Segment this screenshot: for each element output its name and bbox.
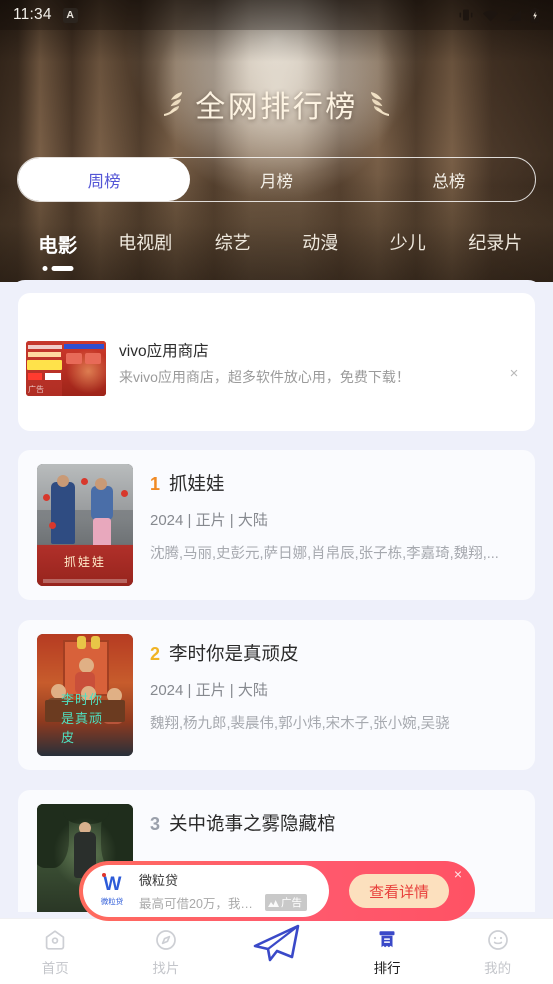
rank-number: 2 [150,644,161,664]
weilidai-ad-close-icon[interactable]: × [450,866,466,882]
weilidai-ad-body: W 微粒贷 微粒贷 最高可借20万，我借了... 广告 [83,865,329,917]
vivo-ad-texts: vivo应用商店 来vivo应用商店，超多软件放心用，免费下载！ [119,341,523,387]
tab-anime[interactable]: 动漫 [277,222,365,255]
page-title: 全网排行榜 [0,82,553,126]
vivo-ad-description: 来vivo应用商店，超多软件放心用，免费下载！ [119,369,410,386]
ranking-item-2[interactable]: 李时你是真顽皮 2 李时你是真顽皮 2024 | 正片 | 大陆 魏翔,杨九郎,… [18,620,535,770]
battery-charging-icon [530,7,540,23]
nav-item-send[interactable] [221,919,332,963]
movie-title: 李时你是真顽皮 [169,643,299,664]
tab-movie[interactable]: 电影 [14,222,102,271]
nav-item-discover[interactable]: 找片 [111,919,222,977]
compass-icon [156,930,176,950]
ranking-item-1[interactable]: 抓娃娃 1 抓娃娃 2024 | 正片 | 大陆 沈腾,马丽,史彭元,萨日娜,肖… [18,450,535,600]
weilidai-ad-description: 最高可借20万，我借了... [139,897,259,911]
segment-week[interactable]: 周榜 [18,158,191,201]
weilidai-cta-button[interactable]: 查看详情 [349,874,449,908]
vivo-ad-card[interactable]: 广告 vivo应用商店 来vivo应用商店，超多软件放心用，免费下载！ × [18,293,535,431]
movie-meta: 2024 | 正片 | 大陆 [150,682,268,699]
ranking-item-info: 2 李时你是真顽皮 2024 | 正片 | 大陆 魏翔,杨九郎,裴晨伟,郭小炜,… [150,640,519,733]
laurel-left-icon [164,92,183,116]
vivo-ad-title: vivo应用商店 [119,343,209,360]
wifi-icon [482,9,499,22]
tab-active-indicator [42,266,74,271]
rank-number: 1 [150,474,161,494]
nav-label-ranking: 排行 [373,961,401,976]
weilidai-logo-mark: W [103,874,122,895]
ad-chip-label: 广告 [281,897,302,909]
ranking-item-info: 3 关中诡事之雾隐藏棺 [150,810,519,836]
ad-mountain-icon [268,899,279,907]
nav-item-home[interactable]: 首页 [0,919,111,977]
poster-title-text: 抓娃娃 [63,555,107,569]
movie-cast: 魏翔,杨九郎,裴晨伟,郭小炜,宋木子,张小婉,吴骁 [150,716,450,732]
movie-title: 抓娃娃 [169,473,225,494]
bottom-navigation[interactable]: 首页 找片 排行 我的 [0,918,553,984]
a-badge-icon: A [62,7,78,23]
tab-kids[interactable]: 少儿 [364,222,452,255]
page-title-text: 全网排行榜 [195,91,358,124]
vibrate-icon [458,8,474,22]
weilidai-ad-title: 微粒贷 [139,873,179,888]
status-bar-right [458,7,540,23]
poster-thumbnail: 李时你是真顽皮 [37,634,133,756]
home-icon [46,930,65,950]
weilidai-logo-icon: W 微粒贷 [95,873,129,907]
poster-title-text: 李时你是真顽皮 [61,692,104,745]
nav-label-mine: 我的 [484,961,512,976]
ranking-list-sheet[interactable]: 广告 vivo应用商店 来vivo应用商店，超多软件放心用，免费下载！ × 抓娃… [9,280,544,912]
signal-icon [507,9,522,22]
segment-total[interactable]: 总榜 [363,158,535,201]
weilidai-logo-subtext: 微粒贷 [100,897,124,906]
tab-variety[interactable]: 综艺 [189,222,277,255]
tab-movie-label: 电影 [38,235,78,257]
nav-label-discover: 找片 [152,961,180,976]
tab-documentary[interactable]: 纪录片 [452,222,540,255]
movie-meta: 2024 | 正片 | 大陆 [150,512,268,529]
movie-title: 关中诡事之雾隐藏棺 [169,813,336,834]
nav-item-ranking[interactable]: 排行 [332,919,443,977]
tab-tvseries[interactable]: 电视剧 [102,222,190,255]
paper-plane-icon [254,924,300,962]
category-tabs[interactable]: 电影 电视剧 综艺 动漫 少儿 纪录片 [0,222,553,276]
segment-month[interactable]: 月榜 [190,158,362,201]
weilidai-float-ad[interactable]: W 微粒贷 微粒贷 最高可借20万，我借了... 广告 查看详情 × [79,861,475,921]
status-bar-left: 11:34 A [13,6,78,24]
ad-watermark-label: 广告 [28,385,44,394]
status-bar: 11:34 A [0,0,553,30]
nav-label-home: 首页 [41,961,69,976]
weilidai-ad-texts: 微粒贷 最高可借20万，我借了... 广告 [139,870,329,912]
poster-thumbnail: 抓娃娃 [37,464,133,586]
vivo-ad-thumbnail: 广告 [26,341,106,396]
ad-chip: 广告 [265,894,307,911]
vivo-ad-content: 广告 vivo应用商店 来vivo应用商店，超多软件放心用，免费下载！ [26,341,523,396]
ranking-icon [379,931,395,948]
laurel-right-icon [370,92,389,116]
ranking-period-segmented-control[interactable]: 周榜 月榜 总榜 [17,157,536,202]
status-time: 11:34 [13,6,52,23]
smiley-icon [487,930,508,950]
movie-cast: 沈腾,马丽,史彭元,萨日娜,肖帛辰,张子栋,李嘉琦,魏翔,... [150,546,499,562]
ranking-item-info: 1 抓娃娃 2024 | 正片 | 大陆 沈腾,马丽,史彭元,萨日娜,肖帛辰,张… [150,470,519,563]
vivo-ad-close-icon[interactable]: × [505,365,523,383]
nav-item-mine[interactable]: 我的 [442,919,553,977]
rank-number: 3 [150,814,161,834]
